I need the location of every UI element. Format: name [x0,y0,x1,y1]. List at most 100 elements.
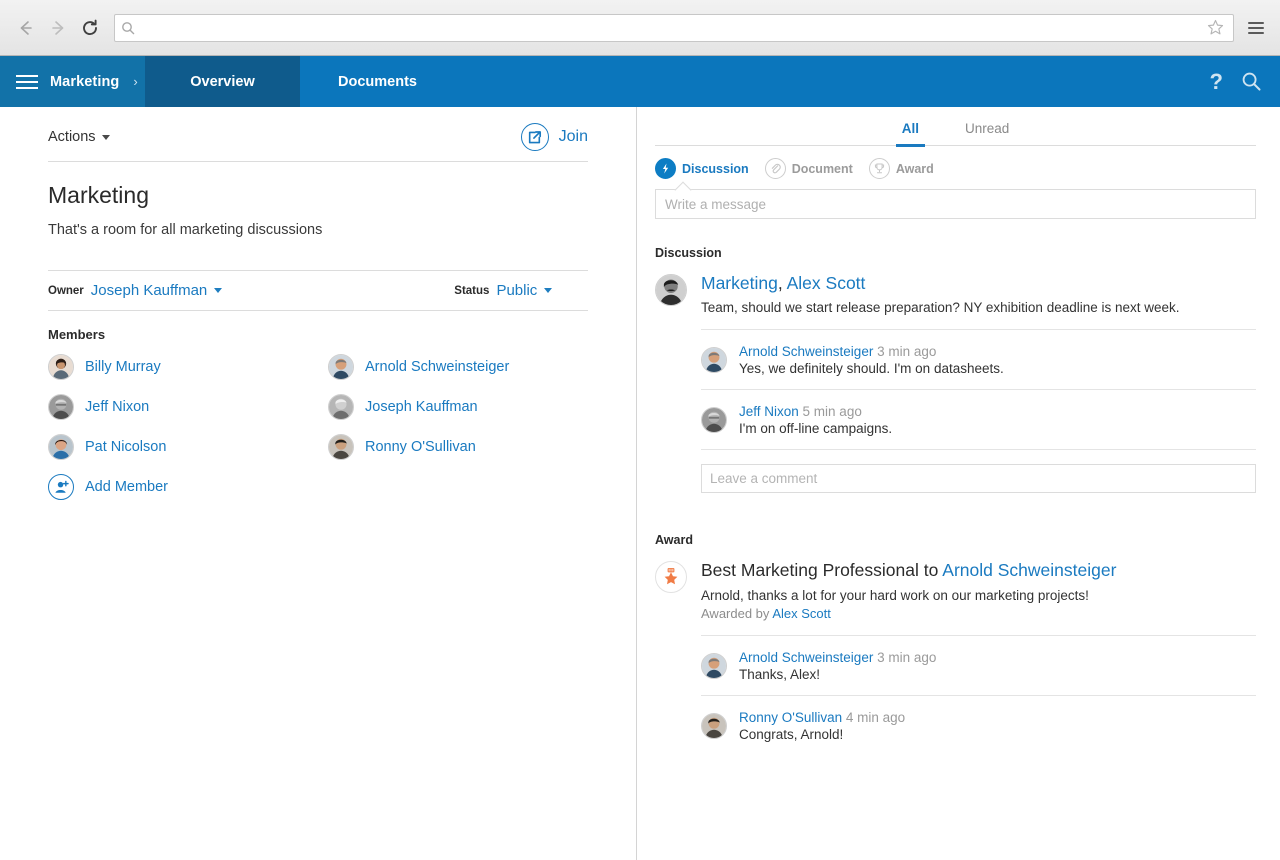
awarded-by-link[interactable]: Alex Scott [772,606,831,621]
room-description: That's a room for all marketing discussi… [48,222,588,238]
hamburger-menu-icon[interactable] [16,75,38,89]
reply-item: Jeff Nixon 5 min ago I'm on off-line cam… [701,389,1256,449]
room-meta: Owner Joseph Kauffman Status Public [48,270,588,311]
discussion-post: Marketing, Alex Scott Team, should we st… [655,274,1256,493]
reload-icon [80,18,100,38]
reply-item: Arnold Schweinsteiger 3 min ago Yes, we … [701,329,1256,389]
reply-author[interactable]: Ronny O'Sullivan [739,710,842,725]
tab-overview[interactable]: Overview [145,56,300,107]
reply-timestamp: 3 min ago [877,344,936,359]
composer-type-document[interactable]: Document [765,158,853,179]
reply-body: Ronny O'Sullivan 4 min ago Congrats, Arn… [739,710,905,742]
page-title: Marketing [48,182,588,209]
chat-bolt-icon [655,158,676,179]
list-item[interactable]: Jeff Nixon [48,394,328,420]
award-to-label: to [924,560,939,580]
reply-timestamp: 5 min ago [803,404,862,419]
paperclip-icon [765,158,786,179]
browser-menu-button[interactable] [1242,12,1270,44]
add-member-button[interactable]: Add Member [48,474,328,500]
help-icon[interactable]: ? [1210,71,1223,93]
url-input[interactable] [135,20,1206,35]
post-author-link[interactable]: Alex Scott [787,273,866,293]
post-room-link[interactable]: Marketing [701,273,778,293]
avatar [655,274,687,306]
reload-button[interactable] [74,12,106,44]
reply-text: Yes, we definitely should. I'm on datash… [739,361,1004,376]
post-title: Marketing, Alex Scott [701,274,1256,293]
user-plus-icon [48,474,74,500]
award-recipient-link[interactable]: Arnold Schweinsteiger [942,560,1116,580]
reply-author[interactable]: Arnold Schweinsteiger [739,344,873,359]
menu-line [1248,22,1264,24]
section-heading-discussion: Discussion [655,246,1256,260]
arrow-left-icon [16,18,36,38]
list-item[interactable]: Pat Nicolson [48,434,328,460]
reply-item: Arnold Schweinsteiger 3 min ago Thanks, … [701,635,1256,695]
post-body: Marketing, Alex Scott Team, should we st… [701,274,1256,493]
back-button[interactable] [10,12,42,44]
composer-type-label: Document [792,162,853,176]
reply-list: Arnold Schweinsteiger 3 min ago Yes, we … [701,329,1256,493]
avatar [48,394,74,420]
chevron-down-icon[interactable] [214,288,222,293]
list-item[interactable]: Arnold Schweinsteiger [328,354,588,380]
composer-type-discussion[interactable]: Discussion [655,158,749,179]
address-bar[interactable] [114,14,1234,42]
workspace: Actions Join Marketing That's a room for… [0,107,1280,860]
composer-type-award[interactable]: Award [869,158,934,179]
trophy-icon [869,158,890,179]
section-heading-award: Award [655,533,1256,547]
status-label: Status [454,285,489,297]
owner-value[interactable]: Joseph Kauffman [91,282,207,299]
list-item-label: Joseph Kauffman [365,399,478,415]
breadcrumb-room-name[interactable]: Marketing [50,74,119,90]
tab-unread[interactable]: Unread [959,121,1015,145]
menu-line [1248,27,1264,29]
actions-dropdown[interactable]: Actions [48,129,110,145]
message-input-wrapper[interactable] [655,189,1256,219]
avatar [48,354,74,380]
breadcrumb[interactable]: Marketing › [0,56,145,107]
list-item-label: Arnold Schweinsteiger [365,359,509,375]
reply-header: Arnold Schweinsteiger 3 min ago [739,344,1004,359]
room-details-pane: Actions Join Marketing That's a room for… [0,107,637,860]
tab-documents[interactable]: Documents [300,56,455,107]
actions-label: Actions [48,129,96,145]
comment-input[interactable] [710,471,1247,486]
award-message: Arnold, thanks a lot for your hard work … [701,588,1256,603]
comment-input-wrapper[interactable] [701,464,1256,493]
avatar [328,434,354,460]
reply-author[interactable]: Arnold Schweinsteiger [739,650,873,665]
list-item-label: Jeff Nixon [85,399,149,415]
join-label: Join [559,128,588,146]
composer-type-selector: Discussion Document [655,158,1256,179]
status-badge[interactable]: Public [496,282,537,299]
forward-button[interactable] [42,12,74,44]
list-item[interactable]: Ronny O'Sullivan [328,434,588,460]
reply-body: Jeff Nixon 5 min ago I'm on off-line cam… [739,404,892,436]
avatar [701,347,727,373]
reply-timestamp: 4 min ago [846,710,905,725]
list-item[interactable]: Billy Murray [48,354,328,380]
awarded-by-label: Awarded by [701,606,769,621]
award-title: Best Marketing Professional [701,560,919,580]
room-toolbar: Actions Join [48,107,588,161]
search-icon[interactable] [1241,71,1262,92]
join-button[interactable]: Join [521,123,588,151]
avatar [328,394,354,420]
arrow-right-icon [48,18,68,38]
award-post: Best Marketing Professional to Arnold Sc… [655,561,1256,754]
add-member-label: Add Member [85,479,168,495]
chevron-down-icon[interactable] [544,288,552,293]
feed-filter-tabs: All Unread [655,107,1256,146]
tab-all[interactable]: All [896,121,925,145]
bookmark-star-icon[interactable] [1206,18,1227,37]
reply-author[interactable]: Jeff Nixon [739,404,799,419]
reply-body: Arnold Schweinsteiger 3 min ago Yes, we … [739,344,1004,376]
message-input[interactable] [665,197,1246,212]
reply-header: Jeff Nixon 5 min ago [739,404,892,419]
post-text: Team, should we start release preparatio… [701,300,1256,315]
list-item[interactable]: Joseph Kauffman [328,394,588,420]
list-item-label: Billy Murray [85,359,161,375]
